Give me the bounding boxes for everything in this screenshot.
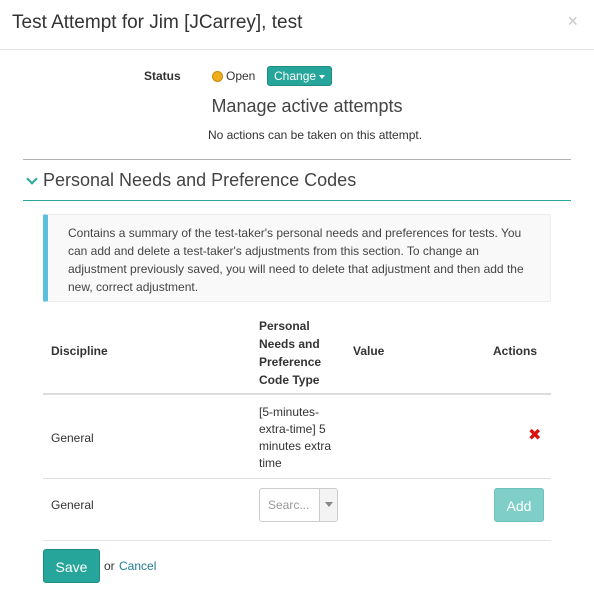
- code-type-select[interactable]: Searc...: [259, 488, 338, 522]
- manage-attempts-subtitle: No actions can be taken on this attempt.: [207, 128, 423, 142]
- section-title: Personal Needs and Preference Codes: [43, 170, 357, 190]
- table-bottom-divider: [43, 540, 551, 541]
- section-divider-top: [23, 159, 571, 160]
- section-divider-bottom: [23, 200, 571, 201]
- header-divider: [43, 393, 551, 395]
- modal-header: Test Attempt for Jim [JCarrey], test ×: [0, 0, 594, 50]
- chevron-down-icon: [26, 173, 38, 185]
- modal-title: Test Attempt for Jim [JCarrey], test: [12, 12, 303, 33]
- dropdown-arrow-icon[interactable]: [319, 489, 337, 521]
- add-button[interactable]: Add: [494, 488, 544, 522]
- row-discipline: General: [51, 431, 94, 445]
- save-button[interactable]: Save: [43, 549, 100, 583]
- header-value: Value: [353, 344, 385, 358]
- select-placeholder: Searc...: [268, 498, 310, 512]
- info-callout: Contains a summary of the test-taker's p…: [43, 214, 551, 302]
- manage-attempts-title: Manage active attempts: [211, 96, 403, 116]
- header-code-type: Personal Needs and Preference Code Type: [259, 319, 322, 387]
- test-attempt-modal: Test Attempt for Jim [JCarrey], test × S…: [0, 0, 594, 594]
- new-row-discipline: General: [51, 498, 94, 512]
- caret-down-icon: [319, 74, 326, 79]
- change-button-label: Change: [274, 69, 317, 83]
- header-actions: Actions: [493, 344, 538, 358]
- status-value: Open: [226, 69, 256, 83]
- status-label: Status: [144, 69, 181, 83]
- change-status-button[interactable]: Change: [267, 66, 333, 86]
- status-dot-icon: [212, 71, 223, 82]
- row-code-type: [5-minutes-extra-time] 5 minutes extra t…: [259, 405, 332, 470]
- close-icon[interactable]: ×: [567, 12, 578, 30]
- status-row: Status Open Change: [0, 66, 594, 88]
- cancel-link[interactable]: Cancel: [119, 559, 156, 573]
- or-text: or: [104, 559, 115, 573]
- row-divider: [43, 478, 551, 479]
- header-discipline: Discipline: [51, 344, 108, 358]
- delete-icon[interactable]: ✖: [528, 428, 541, 444]
